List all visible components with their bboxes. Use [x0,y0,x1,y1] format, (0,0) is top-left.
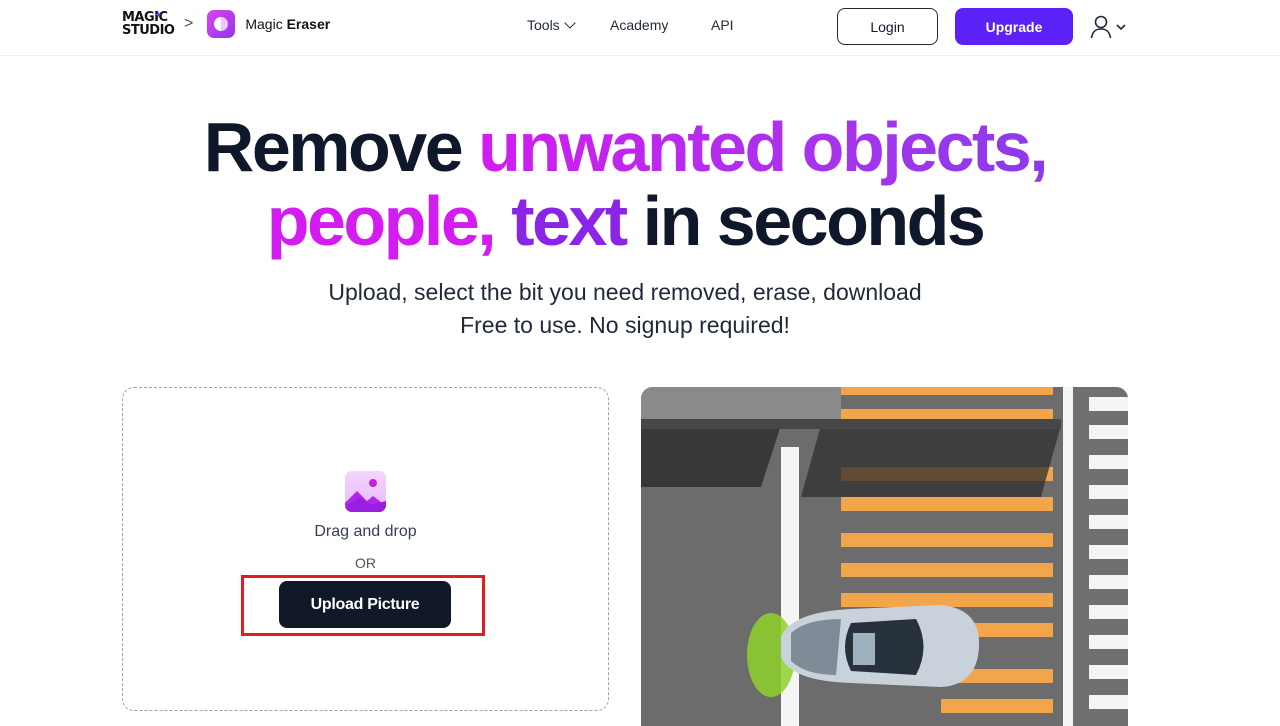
nav-api[interactable]: API [711,17,734,33]
hero-subtitle-line1: Upload, select the bit you need removed,… [328,279,922,305]
nav-tools-label: Tools [527,17,560,33]
sparkle-icon: ✦ [154,10,162,21]
hero-title-highlight-text: text [511,182,628,260]
main-nav: Tools Academy API [527,17,734,33]
top-navbar: MAGIC STUDIO ✦ > Magic Eraser Tools Acad… [0,0,1280,56]
or-divider-text: OR [355,555,376,571]
hero-title-part2: in seconds [625,182,986,260]
breadcrumb-separator: > [184,15,194,32]
nav-tools[interactable]: Tools [527,17,610,33]
chevron-down-icon [1116,24,1126,31]
nav-academy[interactable]: Academy [610,17,711,33]
parking-lot-illustration [641,387,1128,726]
app-name-prefix: Magic [245,16,283,32]
app-name-bold: Eraser [286,16,331,32]
magic-eraser-app-icon [207,10,236,38]
hero-title-part1: Remove [203,108,479,186]
brand: MAGIC STUDIO ✦ > Magic Eraser [122,10,330,38]
magic-studio-logo[interactable]: MAGIC STUDIO ✦ [122,10,175,38]
user-menu[interactable] [1090,13,1130,41]
hero-subtitle-line2: Free to use. No signup required! [460,312,790,338]
upload-dropzone[interactable]: Drag and drop OR Upload Picture [122,387,609,711]
user-icon [1090,15,1112,39]
hero-title-highlight-people: people, [266,182,497,260]
picture-icon [345,471,386,512]
nav-api-label: API [711,17,734,33]
annotation-highlight-box [241,575,485,636]
demo-image [641,387,1128,726]
upgrade-button[interactable]: Upgrade [955,8,1073,45]
hero-title-highlight-objects: unwanted objects, [478,108,1049,186]
login-button[interactable]: Login [837,8,938,45]
hero-subtitle: Upload, select the bit you need removed,… [0,276,1250,342]
app-name[interactable]: Magic Eraser [245,16,330,32]
nav-academy-label: Academy [610,17,669,33]
chevron-down-icon [564,17,576,29]
hero-title: Remove unwanted objects, people, text in… [0,110,1250,258]
logo-line-2: STUDIO [122,23,175,38]
drag-and-drop-text: Drag and drop [314,523,417,540]
